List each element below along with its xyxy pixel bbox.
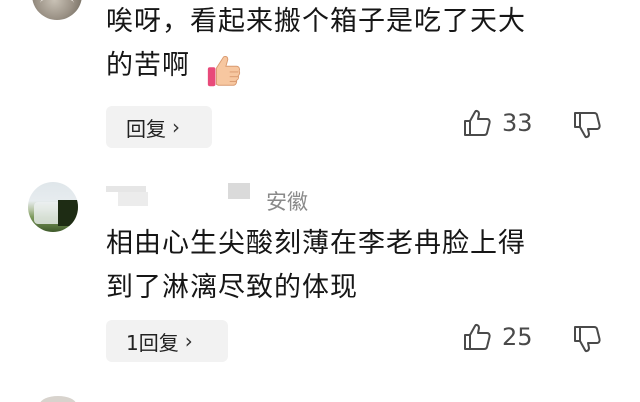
username-redacted	[118, 192, 148, 206]
username-redacted	[228, 183, 250, 199]
thumbs-up-emoji-icon	[207, 55, 241, 87]
like-count: 33	[502, 109, 533, 137]
location-label: 安徽	[266, 190, 308, 214]
reply-button[interactable]: 1回复 ›	[106, 320, 228, 362]
avatar[interactable]	[32, 0, 82, 20]
thumbs-up-outline-icon	[464, 323, 491, 350]
like-button[interactable]: 33	[462, 108, 533, 138]
reply-label: 1回复	[126, 330, 179, 355]
comment-list: 唉呀，看起来搬个箱子是吃了天大 的苦啊 回复 › 33 安徽 相由心生尖酸刻薄在…	[0, 0, 640, 402]
reply-label: 回复	[126, 116, 166, 141]
comment-text: 唉呀，看起来搬个箱子是吃了天大 的苦啊	[106, 6, 526, 81]
thumbs-up-outline-icon	[464, 109, 491, 136]
comment-text: 相由心生尖酸刻薄在李老冉脸上得 到了淋漓尽致的体现	[106, 228, 526, 303]
chevron-right-icon: ›	[184, 329, 193, 353]
avatar[interactable]	[40, 396, 76, 402]
avatar[interactable]	[28, 182, 78, 232]
like-count: 25	[502, 323, 533, 351]
thumbs-down-outline-icon[interactable]	[572, 324, 602, 354]
chevron-right-icon: ›	[172, 115, 180, 139]
thumbs-down-outline-icon[interactable]	[572, 110, 602, 140]
reply-button[interactable]: 回复 ›	[106, 106, 212, 148]
like-button[interactable]: 25	[462, 322, 533, 352]
